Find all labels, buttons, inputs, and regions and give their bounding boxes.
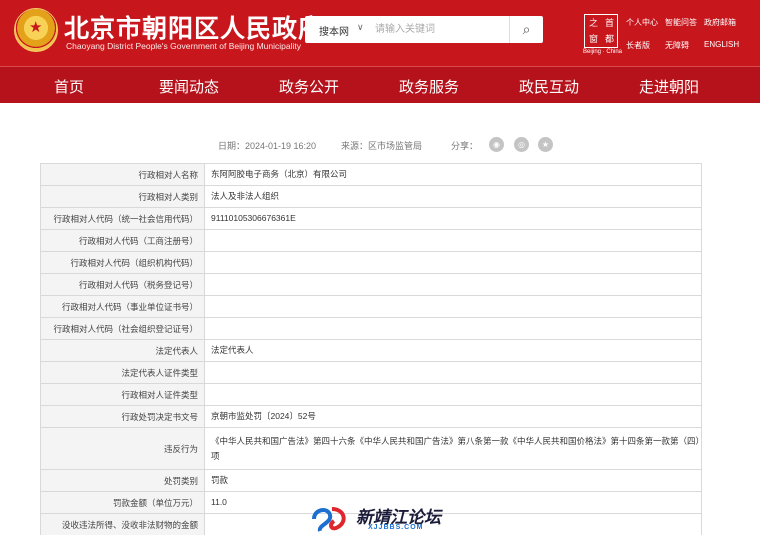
row-value — [204, 361, 702, 384]
row-value: 京朝市监处罚〔2024〕52号 — [204, 405, 702, 428]
row-value: 《中华人民共和国广告法》第四十六条《中华人民共和国广告法》第八条第一款《中华人民… — [204, 427, 702, 470]
weibo-icon[interactable]: ◎ — [514, 137, 529, 152]
row-value: 罚款 — [204, 469, 702, 492]
logo-char: 之 — [588, 18, 598, 28]
capital-window-logo[interactable]: 首 都 之 窗 — [584, 14, 618, 48]
chevron-down-icon[interactable]: ∨ — [357, 22, 364, 33]
nav-gov-services[interactable]: 政务服务 — [399, 76, 459, 97]
row-label: 行政相对人代码（事业单位证书号） — [40, 295, 205, 318]
logo-char: 窗 — [588, 34, 598, 44]
table-row: 行政相对人名称 东阿阿胶电子商务（北京）有限公司 — [40, 163, 702, 186]
table-row: 行政相对人证件类型 — [40, 383, 702, 406]
penalty-info-table: 行政相对人名称 东阿阿胶电子商务（北京）有限公司 行政相对人类别 法人及非法人组织 … — [40, 163, 702, 535]
search-box: 搜本网 ∨ ⌕ — [305, 16, 543, 43]
row-value: 法定代表人 — [204, 339, 702, 362]
site-header: 北京市朝阳区人民政府 Chaoyang District People's Go… — [0, 0, 760, 66]
table-row: 行政相对人代码（税务登记号） — [40, 273, 702, 296]
row-label: 没收违法所得、没收非法财物的金额 — [40, 513, 205, 535]
row-label: 法定代表人 — [40, 339, 205, 362]
forum-logo-icon — [312, 507, 346, 532]
forum-watermark: 新靖江论坛 XJJBBS.COM — [308, 503, 458, 535]
wechat-icon[interactable]: ◉ — [489, 137, 504, 152]
link-personal-center[interactable]: 个人中心 — [626, 17, 658, 28]
nav-gov-affairs-open[interactable]: 政务公开 — [279, 76, 339, 97]
table-row: 行政处罚决定书文号 京朝市监处罚〔2024〕52号 — [40, 405, 702, 428]
row-label: 行政相对人代码（组织机构代码） — [40, 251, 205, 274]
national-emblem-icon — [14, 8, 58, 52]
logo-char: 都 — [604, 34, 614, 44]
row-value: 东阿阿胶电子商务（北京）有限公司 — [204, 163, 702, 186]
row-label: 罚款金额（单位万元） — [40, 491, 205, 514]
link-english[interactable]: ENGLISH — [704, 40, 739, 49]
table-row: 行政相对人类别 法人及非法人组织 — [40, 185, 702, 208]
table-row: 法定代表人 法定代表人 — [40, 339, 702, 362]
search-input[interactable] — [375, 20, 505, 39]
logo-char: 首 — [604, 18, 614, 28]
table-row: 法定代表人证件类型 — [40, 361, 702, 384]
row-value — [204, 273, 702, 296]
site-subtitle: Chaoyang District People's Government of… — [66, 41, 302, 51]
row-value — [204, 229, 702, 252]
search-button[interactable]: ⌕ — [509, 16, 543, 43]
nav-news[interactable]: 要闻动态 — [159, 76, 219, 97]
row-label: 行政相对人证件类型 — [40, 383, 205, 406]
table-row: 行政相对人代码（事业单位证书号） — [40, 295, 702, 318]
row-label: 处罚类别 — [40, 469, 205, 492]
main-nav: 首页 要闻动态 政务公开 政务服务 政民互动 走进朝阳 — [0, 66, 760, 103]
row-value: 法人及非法人组织 — [204, 185, 702, 208]
row-label: 行政相对人代码（社会组织登记证号） — [40, 317, 205, 340]
nav-about-chaoyang[interactable]: 走进朝阳 — [639, 76, 699, 97]
publish-date: 日期：2024-01-19 16:20 — [218, 141, 317, 151]
table-row: 行政相对人代码（组织机构代码） — [40, 251, 702, 274]
row-label: 行政相对人类别 — [40, 185, 205, 208]
table-row: 行政相对人代码（工商注册号） — [40, 229, 702, 252]
nav-interaction[interactable]: 政民互动 — [519, 76, 579, 97]
share-label: 分享： — [451, 141, 479, 151]
table-row: 处罚类别 罚款 — [40, 469, 702, 492]
row-value — [204, 317, 702, 340]
row-value: 91110105306676361E — [204, 207, 702, 230]
site-title[interactable]: 北京市朝阳区人民政府 — [64, 9, 324, 45]
row-label: 法定代表人证件类型 — [40, 361, 205, 384]
search-scope-select[interactable]: 搜本网 — [319, 23, 349, 38]
row-label: 行政相对人代码（税务登记号） — [40, 273, 205, 296]
row-value — [204, 295, 702, 318]
watermark-domain: XJJBBS.COM — [368, 524, 424, 531]
link-elder-mode[interactable]: 长者版 — [626, 40, 650, 51]
logo-caption: Beijing · China — [583, 49, 623, 55]
nav-home[interactable]: 首页 — [54, 76, 84, 97]
link-smart-qa[interactable]: 智能问答 — [665, 17, 697, 28]
link-gov-mailbox[interactable]: 政府邮箱 — [704, 17, 736, 28]
row-label: 行政相对人名称 — [40, 163, 205, 186]
row-label: 行政相对人代码（统一社会信用代码） — [40, 207, 205, 230]
row-label: 违反行为 — [40, 427, 205, 470]
row-value — [204, 383, 702, 406]
article-source: 来源：区市场监管局 — [341, 141, 423, 151]
qzone-icon[interactable]: ★ — [538, 137, 553, 152]
row-value — [204, 251, 702, 274]
table-row: 违反行为 《中华人民共和国广告法》第四十六条《中华人民共和国广告法》第八条第一款《… — [40, 427, 702, 470]
link-accessibility[interactable]: 无障碍 — [665, 40, 689, 51]
search-icon: ⌕ — [522, 21, 531, 37]
row-label: 行政处罚决定书文号 — [40, 405, 205, 428]
table-row: 行政相对人代码（社会组织登记证号） — [40, 317, 702, 340]
row-label: 行政相对人代码（工商注册号） — [40, 229, 205, 252]
table-row: 行政相对人代码（统一社会信用代码） 91110105306676361E — [40, 207, 702, 230]
